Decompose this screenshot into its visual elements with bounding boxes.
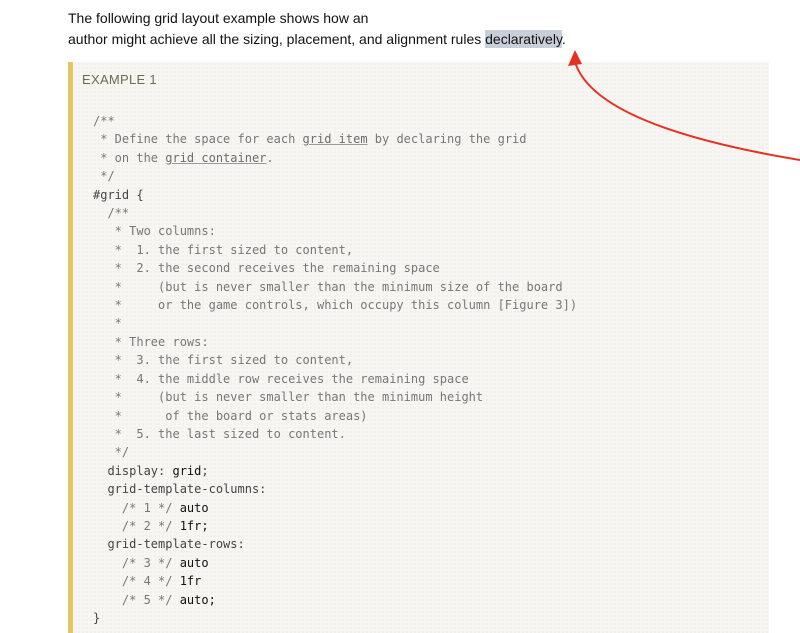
row-3-value: auto (179, 555, 209, 570)
grid-container-link[interactable]: grid container (165, 151, 266, 165)
code-comment: /* 3 */ (93, 555, 180, 570)
code-line: */ (93, 445, 130, 460)
code-line: * 4. the middle row receives the remaini… (93, 371, 469, 386)
code-line: * (93, 316, 122, 331)
closing-brace: } (93, 610, 101, 625)
code-line: . (266, 150, 274, 165)
highlighted-word[interactable]: declaratively (485, 30, 562, 48)
code-line: * 3. the first sized to content, (93, 353, 354, 368)
row-5-value: auto (179, 592, 209, 607)
code-line: /** (93, 114, 115, 128)
semicolon: ; (201, 463, 209, 478)
code-block: /** * Define the space for each grid ite… (93, 112, 577, 627)
intro-line-2-end: . (561, 31, 566, 47)
grid-item-link[interactable]: grid item (303, 132, 368, 146)
intro-line-2-start: author might achieve all the sizing, pla… (68, 31, 486, 47)
intro-line-1: The following grid layout example shows … (68, 10, 369, 26)
example-label: EXAMPLE 1 (82, 72, 157, 87)
intro-paragraph: The following grid layout example shows … (68, 8, 768, 50)
code-line: * 2. the second receives the remaining s… (93, 261, 440, 276)
column-2-value: 1fr (179, 518, 202, 533)
code-comment: /* 5 */ (93, 592, 180, 607)
display-property: display: (93, 463, 173, 478)
code-comment: /* 1 */ (93, 500, 180, 515)
code-line: * on the (93, 150, 166, 165)
selector: #grid { (93, 187, 144, 202)
code-line: /** (93, 206, 130, 221)
code-line: * of the board or stats areas) (93, 408, 368, 423)
semicolon: ; (201, 518, 209, 533)
semicolon: ; (208, 592, 216, 607)
row-4-value: 1fr (179, 574, 202, 589)
code-line: * 1. the first sized to content, (93, 242, 354, 257)
code-line: * Define the space for each (93, 132, 303, 147)
code-line: * (but is never smaller than the minimum… (93, 279, 563, 294)
code-line: * Three rows: (93, 334, 209, 349)
code-comment: /* 2 */ (93, 518, 180, 533)
rows-property: grid-template-rows: (93, 537, 245, 552)
column-1-value: auto (179, 500, 209, 515)
code-line: * or the game controls, which occupy thi… (93, 298, 578, 313)
display-value: grid (172, 463, 202, 478)
code-line: * (but is never smaller than the minimum… (93, 390, 484, 405)
code-line: by declaring the grid (367, 132, 527, 147)
code-line: */ (93, 169, 115, 184)
columns-property: grid-template-columns: (93, 482, 267, 497)
code-line: * Two columns: (93, 224, 216, 239)
example-block: EXAMPLE 1 /** * Define the space for eac… (68, 62, 769, 633)
code-line: * 5. the last sized to content. (93, 426, 346, 441)
code-comment: /* 4 */ (93, 574, 180, 589)
